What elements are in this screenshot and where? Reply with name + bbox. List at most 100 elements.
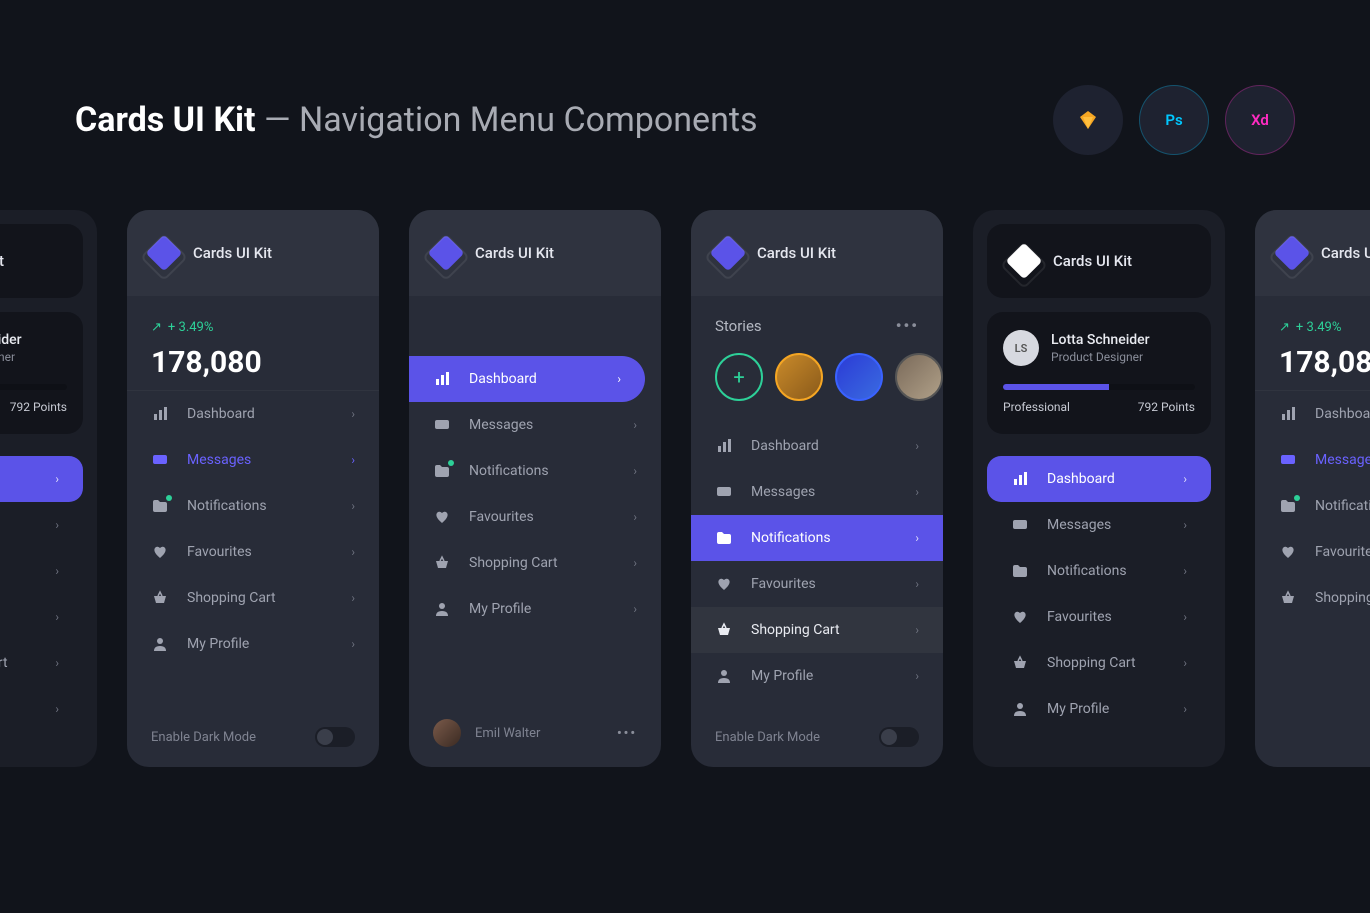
nav-card-variant-pill: Cards UI Kit Dashboard› Messages› Notifi… <box>409 210 661 767</box>
basket-icon <box>151 590 169 606</box>
folder-icon <box>715 530 733 546</box>
bar-chart-icon <box>715 438 733 454</box>
more-icon[interactable]: ••• <box>617 726 637 741</box>
nav-item-dashboard[interactable]: Dashboard› <box>1255 391 1370 437</box>
user-footer[interactable]: Emil Walter ••• <box>409 699 661 767</box>
nav-item-favourites[interactable]: Favourites› <box>691 561 943 607</box>
logo-icon <box>1274 235 1311 272</box>
stats-block: ↗ + 3.49% 178,080 <box>1255 296 1370 391</box>
person-icon <box>433 601 451 617</box>
nav-item-favourites[interactable]: Favourites› <box>127 529 379 575</box>
stats-block: ↗ + 3.49% 178,080 <box>127 296 379 391</box>
dark-mode-toggle[interactable] <box>879 727 919 747</box>
nav-item-shopping-cart[interactable]: Shopping Cart› <box>0 640 83 686</box>
chevron-right-icon: › <box>1183 656 1187 670</box>
nav-item-my-profile[interactable]: My Profile› <box>127 621 379 667</box>
arrow-up-icon: ↗ <box>1279 320 1290 335</box>
avatar: LS <box>1003 330 1039 366</box>
nav-item-favourites[interactable]: Favourites› <box>409 494 661 540</box>
heart-icon <box>1011 609 1029 625</box>
nav-item-shopping-cart[interactable]: Shopping Cart› <box>691 607 943 653</box>
nav-card-variant-profile: Cards UI Kit LS Lotta Schneider Product … <box>973 210 1225 767</box>
nav-item-notifications[interactable]: Notifications› <box>127 483 379 529</box>
profile-name: Lotta Schneider <box>1051 332 1150 348</box>
nav-item-messages[interactable]: Messages› <box>1255 437 1370 483</box>
story-avatar[interactable] <box>835 353 883 401</box>
nav-item-my-profile[interactable]: My Profile› <box>409 586 661 632</box>
nav-item-dashboard[interactable]: Dashboard› <box>409 356 645 402</box>
nav-item-messages[interactable]: Messages› <box>409 402 661 448</box>
nav-item-messages[interactable]: Messages› <box>0 502 83 548</box>
chevron-right-icon: › <box>351 591 355 605</box>
more-icon[interactable]: ••• <box>896 316 919 335</box>
stories-title: Stories <box>715 317 762 335</box>
page-header: Cards UI Kit — Navigation Menu Component… <box>75 85 1295 155</box>
chevron-right-icon: › <box>1183 564 1187 578</box>
nav-item-dashboard[interactable]: Dashboard› <box>691 423 943 469</box>
chevron-right-icon: › <box>55 564 59 578</box>
level-label: Professional <box>1003 400 1070 414</box>
nav-item-my-profile[interactable]: My Profile› <box>691 653 943 699</box>
nav-item-messages[interactable]: Messages› <box>691 469 943 515</box>
dark-mode-label: Enable Dark Mode <box>715 730 820 745</box>
nav-item-notifications[interactable]: Notifications› <box>0 548 83 594</box>
nav-card-variant-stats-right: Cards UI Kit ↗ + 3.49% 178,080 Dashboard… <box>1255 210 1370 767</box>
profile-card: LS Lotta Schneider Product Designer Prof… <box>0 312 83 434</box>
bar-chart-icon <box>151 406 169 422</box>
nav-item-my-profile[interactable]: My Profile› <box>0 686 83 732</box>
avatar <box>433 719 461 747</box>
points-label: 792 Points <box>1138 400 1195 414</box>
nav-item-dashboard[interactable]: Dashboard› <box>127 391 379 437</box>
nav-item-favourites[interactable]: Favourites› <box>1255 529 1370 575</box>
chevron-right-icon: › <box>351 499 355 513</box>
nav-menu: Dashboard› Messages› Notifications› Favo… <box>127 391 379 675</box>
basket-icon <box>1279 590 1297 606</box>
footer-user-name: Emil Walter <box>475 726 540 741</box>
stat-value: 178,080 <box>151 345 355 380</box>
heart-icon <box>151 544 169 560</box>
nav-item-messages[interactable]: Messages› <box>987 502 1211 548</box>
nav-item-notifications[interactable]: Notifications› <box>409 448 661 494</box>
add-story-button[interactable]: + <box>715 353 763 401</box>
bar-chart-icon <box>1279 406 1297 422</box>
nav-item-favourites[interactable]: Favourites› <box>0 594 83 640</box>
stat-change: ↗ + 3.49% <box>1279 320 1370 335</box>
xd-icon: Xd <box>1225 85 1295 155</box>
nav-menu: Dashboard› Messages› Notifications› Favo… <box>691 423 943 707</box>
chevron-right-icon: › <box>617 372 621 386</box>
heart-icon <box>1279 544 1297 560</box>
dark-mode-toggle[interactable] <box>315 727 355 747</box>
chevron-right-icon: › <box>55 702 59 716</box>
nav-item-notifications[interactable]: Notifications› <box>1255 483 1370 529</box>
card-header: Cards UI Kit <box>987 224 1211 298</box>
card-title: Cards UI Kit <box>0 252 4 270</box>
nav-menu: Dashboard› Messages› Notifications› Favo… <box>973 448 1225 746</box>
nav-item-notifications[interactable]: Notifications› <box>987 548 1211 594</box>
chevron-right-icon: › <box>1183 610 1187 624</box>
nav-item-shopping-cart[interactable]: Shopping Cart› <box>1255 575 1370 621</box>
chevron-right-icon: › <box>55 472 59 486</box>
chevron-right-icon: › <box>633 556 637 570</box>
nav-item-shopping-cart[interactable]: Shopping Cart› <box>987 640 1211 686</box>
xp-progress <box>0 384 67 390</box>
nav-item-notifications[interactable]: Notifications› <box>691 515 943 561</box>
card-header: Cards UI Kit <box>1255 210 1370 296</box>
folder-icon <box>151 498 169 514</box>
profile-role: Product Designer <box>1051 350 1150 364</box>
heart-icon <box>433 509 451 525</box>
card-title: Cards UI Kit <box>1321 244 1370 262</box>
nav-item-messages[interactable]: Messages› <box>127 437 379 483</box>
nav-item-my-profile[interactable]: My Profile› <box>987 686 1211 732</box>
points-label: 792 Points <box>10 400 67 414</box>
message-icon <box>715 484 733 500</box>
story-avatar[interactable] <box>775 353 823 401</box>
story-avatar[interactable] <box>895 353 943 401</box>
nav-item-favourites[interactable]: Favourites› <box>987 594 1211 640</box>
nav-item-dashboard[interactable]: Dashboard› <box>987 456 1211 502</box>
folder-icon <box>1279 498 1297 514</box>
nav-item-shopping-cart[interactable]: Shopping Cart› <box>409 540 661 586</box>
basket-icon <box>715 622 733 638</box>
nav-item-dashboard[interactable]: Dashboard› <box>0 456 83 502</box>
chevron-right-icon: › <box>915 485 919 499</box>
nav-item-shopping-cart[interactable]: Shopping Cart› <box>127 575 379 621</box>
